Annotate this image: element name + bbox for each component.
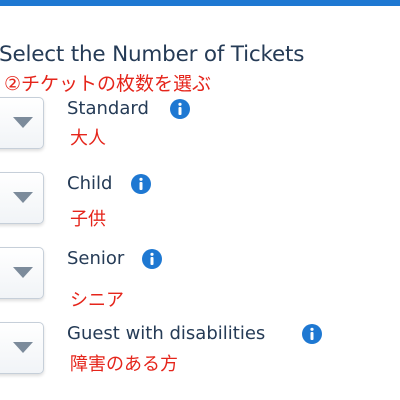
ticket-type-label: Senior <box>67 248 125 269</box>
ticket-row-senior: Senior シニア <box>0 247 400 319</box>
ticket-type-annotation: 大人 <box>70 128 106 149</box>
step-annotation: ②チケットの枚数を選ぶ <box>4 73 212 95</box>
ticket-selection-page: Select the Number of Tickets ②チケットの枚数を選ぶ… <box>0 0 400 400</box>
ticket-row-child: Child 子供 <box>0 172 400 244</box>
chevron-down-icon <box>13 267 33 278</box>
chevron-down-icon <box>13 192 33 203</box>
guest-with-disabilities-quantity-dropdown[interactable] <box>0 322 44 374</box>
ticket-type-label: Standard <box>67 98 149 119</box>
header-accent-bar <box>0 0 400 6</box>
ticket-type-annotation: シニア <box>70 290 124 311</box>
ticket-type-annotation: 子供 <box>70 209 106 230</box>
ticket-type-label: Child <box>67 173 113 194</box>
chevron-down-icon <box>13 117 33 128</box>
page-title: Select the Number of Tickets <box>0 42 305 67</box>
info-icon[interactable] <box>169 98 191 120</box>
standard-quantity-dropdown[interactable] <box>0 97 44 149</box>
child-quantity-dropdown[interactable] <box>0 172 44 224</box>
ticket-type-annotation: 障害のある方 <box>70 354 178 375</box>
chevron-down-icon <box>13 342 33 353</box>
info-icon[interactable] <box>141 248 163 270</box>
info-icon[interactable] <box>301 323 323 345</box>
info-icon[interactable] <box>130 173 152 195</box>
ticket-row-guest-with-disabilities: Guest with disabilities 障害のある方 <box>0 322 400 394</box>
ticket-row-standard: Standard 大人 <box>0 97 400 169</box>
ticket-type-label: Guest with disabilities <box>67 323 266 344</box>
senior-quantity-dropdown[interactable] <box>0 247 44 299</box>
